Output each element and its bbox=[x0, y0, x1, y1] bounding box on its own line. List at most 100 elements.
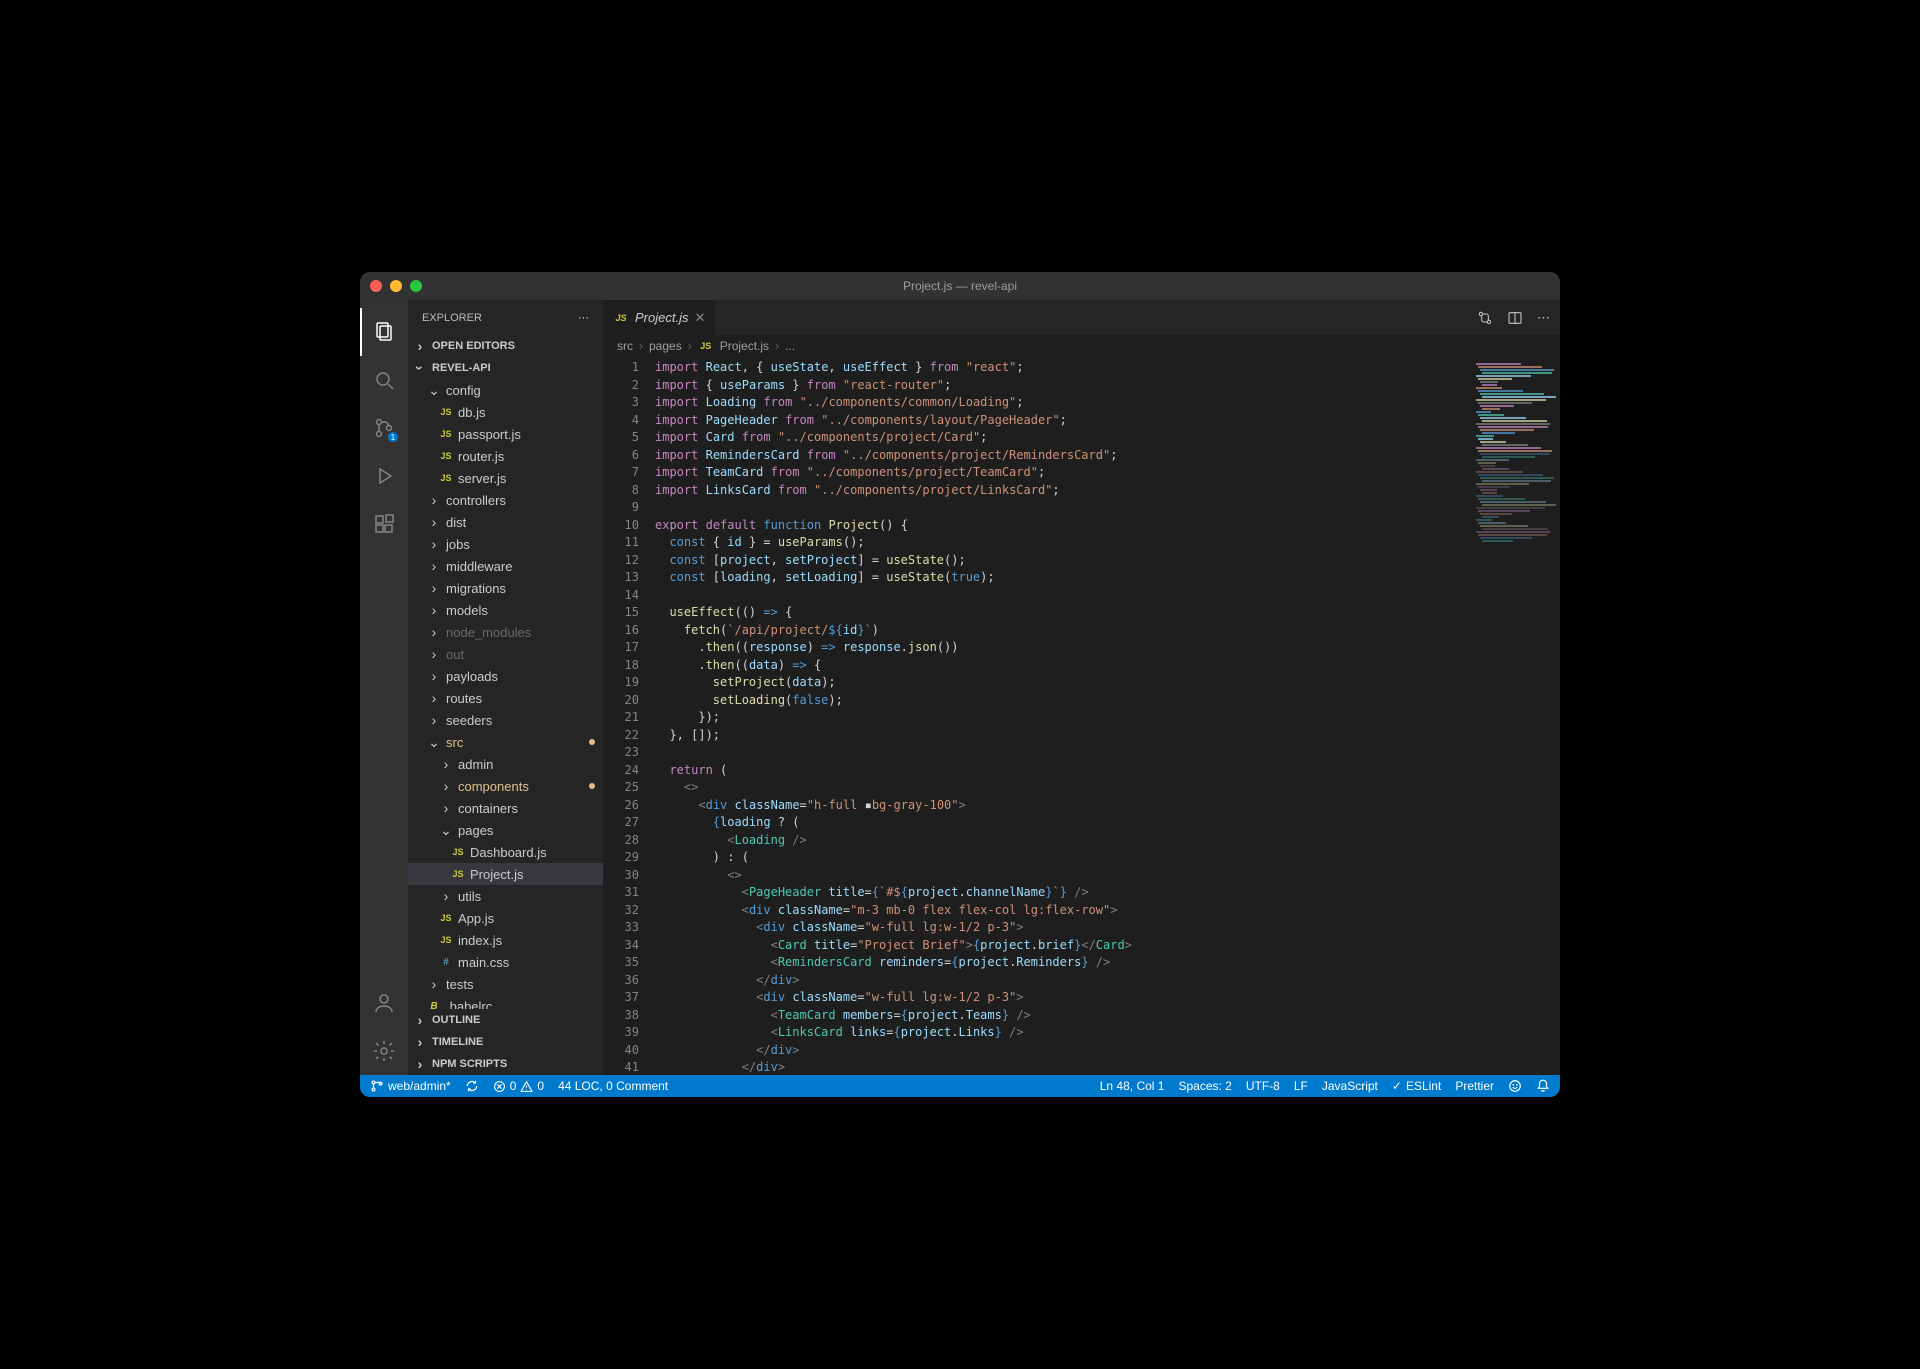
tree-label: models bbox=[446, 603, 488, 618]
titlebar: Project.js — revel-api bbox=[360, 272, 1560, 300]
tree-label: controllers bbox=[446, 493, 506, 508]
activity-search-icon[interactable] bbox=[360, 356, 408, 404]
folder-controllers[interactable]: ›controllers bbox=[408, 489, 603, 511]
window-title: Project.js — revel-api bbox=[360, 279, 1560, 293]
chevron-right-icon: › bbox=[775, 339, 779, 353]
folder-payloads[interactable]: ›payloads bbox=[408, 665, 603, 687]
file-db-js[interactable]: JSdb.js bbox=[408, 401, 603, 423]
status-sync[interactable] bbox=[465, 1079, 479, 1093]
chevron-right-icon: › bbox=[412, 1012, 428, 1028]
file-passport-js[interactable]: JSpassport.js bbox=[408, 423, 603, 445]
tree-label: payloads bbox=[446, 669, 498, 684]
status-encoding[interactable]: UTF-8 bbox=[1246, 1079, 1280, 1093]
code-content: import React, { useState, useEffect } fr… bbox=[655, 357, 1470, 1075]
window-maximize-button[interactable] bbox=[410, 280, 422, 292]
folder-pages[interactable]: ⌄pages bbox=[408, 819, 603, 841]
file-router-js[interactable]: JS router.js bbox=[408, 445, 603, 467]
code-editor[interactable]: 1234567891011121314151617181920212223242… bbox=[603, 357, 1560, 1075]
split-editor-icon[interactable] bbox=[1507, 310, 1523, 326]
chevron-right-icon: › bbox=[412, 1034, 428, 1050]
activity-settings-icon[interactable] bbox=[360, 1027, 408, 1075]
folder-out[interactable]: ›out bbox=[408, 643, 603, 665]
chevron-down-icon: › bbox=[412, 360, 428, 376]
pane-outline[interactable]: › OUTLINE bbox=[408, 1009, 603, 1031]
more-icon[interactable]: ⋯ bbox=[578, 311, 589, 324]
status-problems[interactable]: 0 0 bbox=[493, 1079, 544, 1093]
activity-explorer-icon[interactable] bbox=[360, 308, 408, 356]
status-language[interactable]: JavaScript bbox=[1322, 1079, 1378, 1093]
js-icon: JS bbox=[613, 313, 629, 323]
pane-npm-scripts[interactable]: › NPM SCRIPTS bbox=[408, 1053, 603, 1075]
breadcrumb[interactable]: src › pages › JS Project.js › ... bbox=[603, 335, 1560, 357]
tree-label: router.js bbox=[458, 449, 504, 464]
tree-label: node_modules bbox=[446, 625, 531, 640]
folder-jobs[interactable]: ›jobs bbox=[408, 533, 603, 555]
activity-debug-icon[interactable] bbox=[360, 452, 408, 500]
tab-bar: JS Project.js ✕ ⋯ bbox=[603, 300, 1560, 335]
folder-tests[interactable]: ›tests bbox=[408, 973, 603, 995]
folder-migrations[interactable]: ›migrations bbox=[408, 577, 603, 599]
status-spaces[interactable]: Spaces: 2 bbox=[1178, 1079, 1231, 1093]
chevron-right-icon: › bbox=[412, 338, 428, 354]
activity-extensions-icon[interactable] bbox=[360, 500, 408, 548]
folder-src[interactable]: ⌄src bbox=[408, 731, 603, 753]
activity-bar: 1 bbox=[360, 300, 408, 1075]
file-project-js[interactable]: JSProject.js bbox=[408, 863, 603, 885]
pane-open-editors[interactable]: › OPEN EDITORS bbox=[408, 335, 603, 357]
modified-dot-icon bbox=[589, 739, 595, 745]
chevron-right-icon: › bbox=[412, 1056, 428, 1072]
folder-containers[interactable]: ›containers bbox=[408, 797, 603, 819]
file-dashboard-js[interactable]: JS Dashboard.js bbox=[408, 841, 603, 863]
file-server-js[interactable]: JSserver.js bbox=[408, 467, 603, 489]
status-loc[interactable]: 44 LOC, 0 Comment bbox=[558, 1079, 668, 1093]
tree-label: out bbox=[446, 647, 464, 662]
tree-label: Project.js bbox=[470, 867, 523, 882]
file-tree: ⌄configJSdb.jsJSpassport.jsJSrouter.jsJS… bbox=[408, 379, 603, 1009]
folder-config[interactable]: ⌄config bbox=[408, 379, 603, 401]
minimap[interactable] bbox=[1470, 357, 1560, 1075]
activity-account-icon[interactable] bbox=[360, 979, 408, 1027]
js-icon: JS bbox=[698, 341, 714, 351]
status-eslint[interactable]: ✓ ESLint bbox=[1392, 1079, 1441, 1093]
status-cursor[interactable]: Ln 48, Col 1 bbox=[1100, 1079, 1165, 1093]
folder-utils[interactable]: ›utils bbox=[408, 885, 603, 907]
folder-models[interactable]: ›models bbox=[408, 599, 603, 621]
folder-seeders[interactable]: ›seeders bbox=[408, 709, 603, 731]
status-branch[interactable]: web/admin* bbox=[370, 1079, 451, 1093]
folder-routes[interactable]: ›routes bbox=[408, 687, 603, 709]
file-app-js[interactable]: JSApp.js bbox=[408, 907, 603, 929]
tree-label: Dashboard.js bbox=[470, 845, 547, 860]
tab-project-js[interactable]: JS Project.js ✕ bbox=[603, 300, 716, 335]
more-icon[interactable]: ⋯ bbox=[1537, 310, 1550, 326]
folder-node_modules[interactable]: ›node_modules bbox=[408, 621, 603, 643]
chevron-right-icon: › bbox=[639, 339, 643, 353]
pane-timeline[interactable]: › TIMELINE bbox=[408, 1031, 603, 1053]
file-index-js[interactable]: JSindex.js bbox=[408, 929, 603, 951]
tree-label: tests bbox=[446, 977, 473, 992]
folder-components[interactable]: ›components bbox=[408, 775, 603, 797]
status-bell-icon[interactable] bbox=[1536, 1079, 1550, 1093]
folder-admin[interactable]: ›admin bbox=[408, 753, 603, 775]
chevron-right-icon: › bbox=[438, 800, 454, 816]
status-feedback-icon[interactable] bbox=[1508, 1079, 1522, 1093]
babel-icon: B bbox=[426, 1001, 442, 1010]
activity-scm-icon[interactable]: 1 bbox=[360, 404, 408, 452]
folder-middleware[interactable]: ›middleware bbox=[408, 555, 603, 577]
js-icon: JS bbox=[438, 913, 454, 923]
close-icon[interactable]: ✕ bbox=[694, 310, 705, 326]
folder-dist[interactable]: ›dist bbox=[408, 511, 603, 533]
window-close-button[interactable] bbox=[370, 280, 382, 292]
status-prettier[interactable]: Prettier bbox=[1455, 1079, 1494, 1093]
js-icon: JS bbox=[438, 451, 454, 461]
js-icon: JS bbox=[450, 847, 466, 857]
pane-workspace[interactable]: › REVEL-API bbox=[408, 357, 603, 379]
window-minimize-button[interactable] bbox=[390, 280, 402, 292]
compare-changes-icon[interactable] bbox=[1477, 310, 1493, 326]
file--babelrc[interactable]: B.babelrc bbox=[408, 995, 603, 1009]
js-icon: JS bbox=[438, 429, 454, 439]
vscode-window: Project.js — revel-api 1 bbox=[360, 272, 1560, 1097]
file-main-css[interactable]: #main.css bbox=[408, 951, 603, 973]
status-eol[interactable]: LF bbox=[1294, 1079, 1308, 1093]
tree-label: components bbox=[458, 779, 529, 794]
tree-label: admin bbox=[458, 757, 493, 772]
